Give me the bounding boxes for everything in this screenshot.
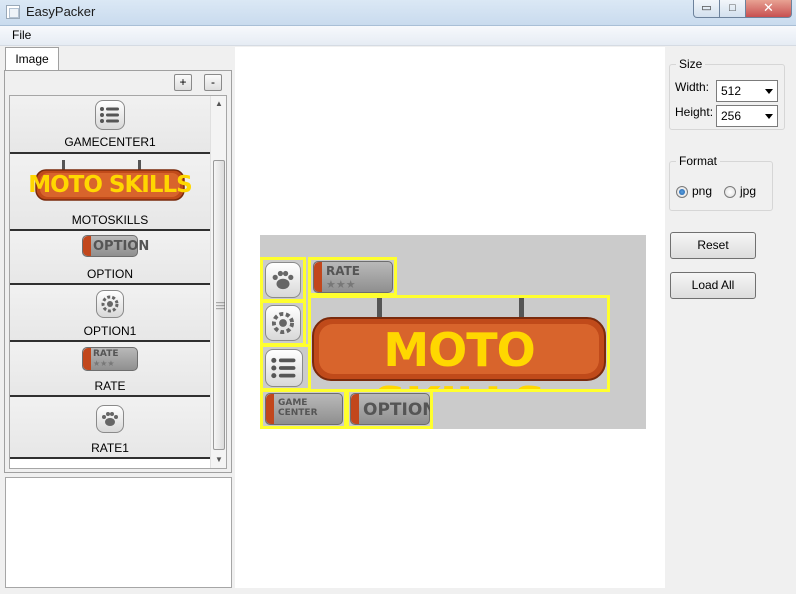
list-scrollbar[interactable]: ▲ — — — ▼ (210, 96, 226, 468)
close-button[interactable]: ✕ (746, 0, 792, 18)
title-bar: EasyPacker ▭ □ ✕ (0, 0, 796, 26)
atlas-sprite-gamecenter[interactable]: GAME CENTER (260, 389, 347, 429)
texture-atlas: RATE ★★★ MOTO SKILLS GAME CENTER (260, 235, 646, 429)
reset-button[interactable]: Reset (670, 232, 756, 259)
menu-bar: File (0, 26, 796, 46)
list-item[interactable]: GAMECENTER1 (10, 96, 210, 154)
window-title: EasyPacker (26, 4, 96, 19)
grip-icon: — — — (216, 297, 225, 313)
atlas-sprite-option[interactable]: OPTION (346, 389, 433, 429)
atlas-sprite-motoskills[interactable]: MOTO SKILLS (308, 295, 610, 392)
image-list-items: GAMECENTER1 MOTO SKILLS MOTOSKILLS OPTIO… (10, 96, 210, 459)
remove-image-button[interactable]: - (204, 74, 222, 91)
minimize-button[interactable]: ▭ (693, 0, 720, 18)
app-icon (6, 5, 20, 19)
jpg-radio[interactable] (724, 186, 736, 198)
settings-panel: Size Width: 512 Height: 256 Format png j… (666, 47, 796, 588)
list-item-label: RATE (94, 379, 126, 393)
option-plate-text: OPTION (93, 239, 150, 254)
paw-icon (96, 405, 124, 433)
rate-plate-text: RATE (326, 264, 360, 278)
atlas-sprite-option1[interactable] (260, 300, 306, 346)
list-item[interactable]: RATE ★★★ RATE (10, 342, 210, 397)
rate-plate: RATE ★★★ (313, 261, 393, 293)
height-label: Height: (675, 105, 714, 119)
add-image-button[interactable]: + (174, 74, 192, 91)
image-tab-body: + - GAMECENTER1 MOTO SKILLS MOTOSKILLS O… (4, 70, 232, 473)
atlas-sprite-gamecenter1[interactable] (260, 344, 311, 391)
format-group-title: Format (676, 154, 721, 168)
height-select[interactable]: 256 (716, 105, 778, 127)
size-group-title: Size (676, 57, 706, 71)
list-item[interactable]: OPTION OPTION (10, 231, 210, 285)
game-center-plate: GAME CENTER (265, 393, 343, 425)
width-value: 512 (721, 84, 742, 98)
menu-file[interactable]: File (12, 28, 31, 42)
game-center-plate-text: GAME CENTER (278, 398, 318, 418)
height-value: 256 (721, 109, 742, 123)
rate-plate: RATE ★★★ (82, 347, 138, 371)
option-plate-text: OPTION (363, 400, 433, 420)
image-list[interactable]: GAMECENTER1 MOTO SKILLS MOTOSKILLS OPTIO… (9, 95, 227, 469)
list-icon (265, 349, 303, 387)
list-item-label: MOTOSKILLS (71, 213, 149, 227)
jpg-label: jpg (740, 184, 757, 198)
info-box (5, 477, 232, 588)
list-item-label: OPTION (86, 267, 133, 281)
list-item[interactable]: RATE1 (10, 397, 210, 459)
list-item-label: GAMECENTER1 (64, 135, 156, 149)
list-icon (95, 100, 125, 130)
option-plate: OPTION (350, 393, 430, 425)
window-controls: ▭ □ ✕ (693, 0, 792, 18)
moto-skills-text: MOTO SKILLS (28, 172, 193, 198)
scroll-thumb[interactable]: — — — (213, 160, 225, 450)
width-label: Width: (675, 80, 710, 94)
list-item-label: OPTION1 (83, 324, 137, 338)
png-radio[interactable] (676, 186, 688, 198)
png-label: png (692, 184, 713, 198)
scroll-down-icon[interactable]: ▼ (211, 452, 226, 468)
chevron-down-icon (765, 114, 773, 119)
atlas-sprite-rate[interactable]: RATE ★★★ (308, 257, 397, 296)
moto-skills-text: MOTO SKILLS (373, 323, 546, 389)
tab-image[interactable]: Image (5, 47, 59, 71)
star-icon: ★★★ (326, 278, 356, 291)
atlas-preview-area: RATE ★★★ MOTO SKILLS GAME CENTER (235, 47, 665, 588)
width-select[interactable]: 512 (716, 80, 778, 102)
load-all-button[interactable]: Load All (670, 272, 756, 299)
gear-icon (265, 305, 301, 341)
image-panel: Image + - GAMECENTER1 MOTO SKILLS MOTOSK… (4, 47, 232, 473)
format-group: Format png jpg (669, 154, 773, 211)
maximize-button[interactable]: □ (720, 0, 746, 18)
size-group: Size Width: 512 Height: 256 (669, 57, 785, 130)
rate-plate-text: RATE (93, 349, 119, 359)
list-item-label: RATE1 (91, 441, 129, 455)
paw-icon (265, 262, 301, 298)
option-plate: OPTION (82, 235, 149, 257)
list-item[interactable]: MOTO SKILLS MOTOSKILLS (10, 154, 210, 231)
list-item[interactable]: OPTION1 (10, 285, 210, 342)
scroll-up-icon[interactable]: ▲ (211, 96, 226, 112)
star-icon: ★★★ (93, 359, 115, 368)
gear-icon (96, 290, 124, 318)
atlas-sprite-rate1[interactable] (260, 257, 306, 302)
chevron-down-icon (765, 89, 773, 94)
